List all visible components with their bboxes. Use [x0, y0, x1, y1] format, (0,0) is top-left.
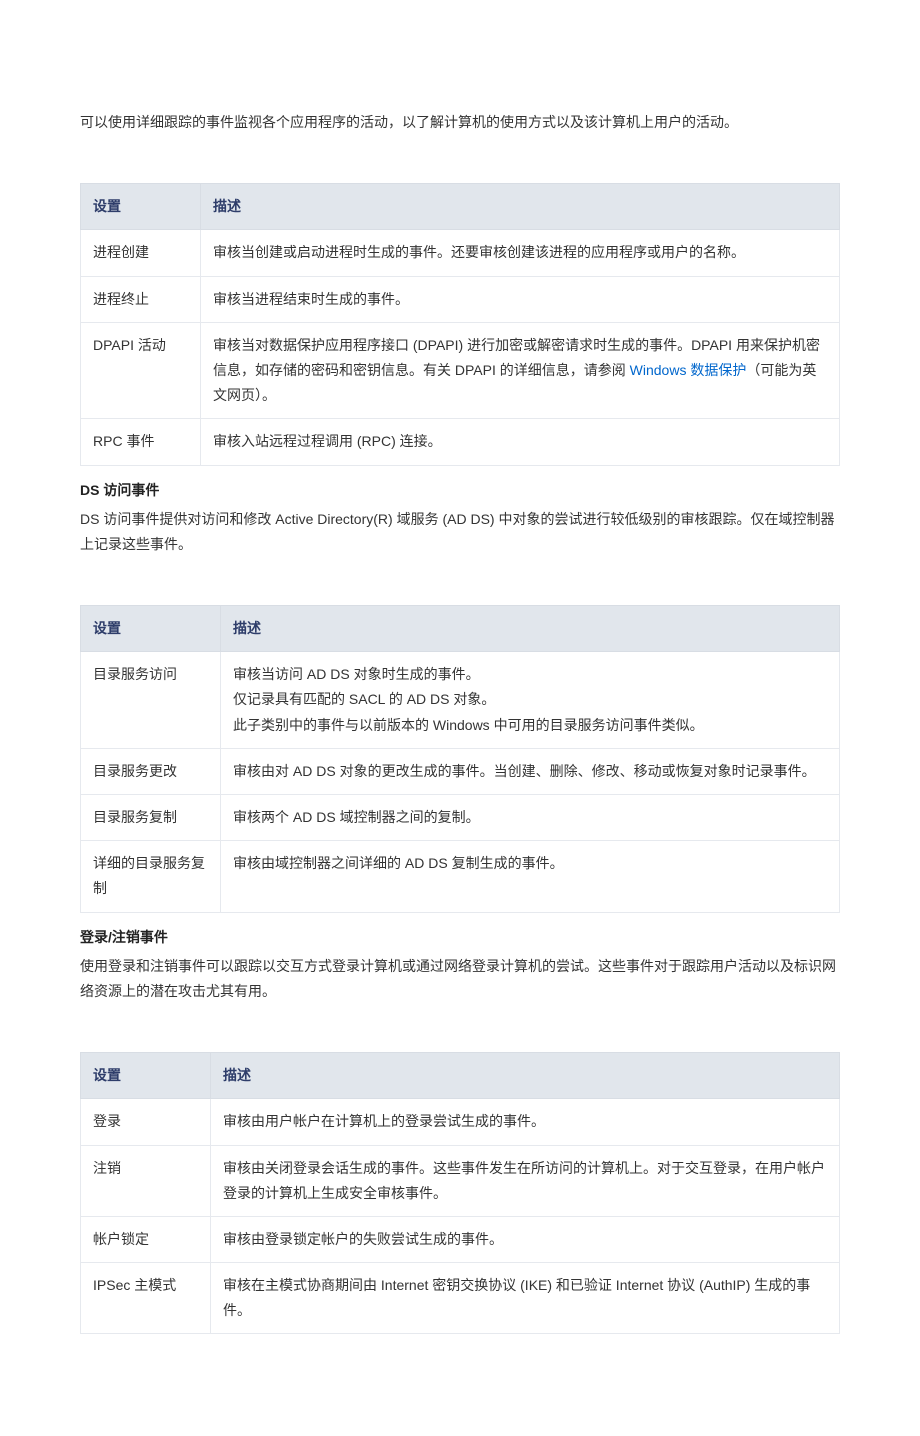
col-header-desc: 描述 — [211, 1053, 840, 1099]
cell-setting: RPC 事件 — [81, 419, 201, 465]
table-row: 进程终止 审核当进程结束时生成的事件。 — [81, 276, 840, 322]
cell-desc: 审核由登录锁定帐户的失败尝试生成的事件。 — [211, 1216, 840, 1262]
intro-paragraph: 可以使用详细跟踪的事件监视各个应用程序的活动，以了解计算机的使用方式以及该计算机… — [80, 110, 840, 135]
cell-setting: 帐户锁定 — [81, 1216, 211, 1262]
ds-access-desc: DS 访问事件提供对访问和修改 Active Directory(R) 域服务 … — [80, 507, 840, 557]
cell-setting: DPAPI 活动 — [81, 322, 201, 419]
cell-desc: 审核两个 AD DS 域控制器之间的复制。 — [221, 795, 840, 841]
desc-line: 此子类别中的事件与以前版本的 Windows 中可用的目录服务访问事件类似。 — [233, 713, 827, 738]
col-header-setting: 设置 — [81, 1053, 211, 1099]
cell-setting: 目录服务复制 — [81, 795, 221, 841]
logon-desc: 使用登录和注销事件可以跟踪以交互方式登录计算机或通过网络登录计算机的尝试。这些事… — [80, 954, 840, 1004]
document-page: 可以使用详细跟踪的事件监视各个应用程序的活动，以了解计算机的使用方式以及该计算机… — [80, 0, 840, 1436]
table-row: RPC 事件 审核入站远程过程调用 (RPC) 连接。 — [81, 419, 840, 465]
desc-line: 仅记录具有匹配的 SACL 的 AD DS 对象。 — [233, 687, 827, 712]
table-row: 目录服务访问 审核当访问 AD DS 对象时生成的事件。 仅记录具有匹配的 SA… — [81, 652, 840, 749]
ds-access-table: 设置 描述 目录服务访问 审核当访问 AD DS 对象时生成的事件。 仅记录具有… — [80, 605, 840, 913]
cell-setting: 进程终止 — [81, 276, 201, 322]
col-header-desc: 描述 — [221, 606, 840, 652]
table-row: IPSec 主模式 审核在主模式协商期间由 Internet 密钥交换协议 (I… — [81, 1263, 840, 1334]
detailed-tracking-table: 设置 描述 进程创建 审核当创建或启动进程时生成的事件。还要审核创建该进程的应用… — [80, 183, 840, 465]
cell-desc: 审核由对 AD DS 对象的更改生成的事件。当创建、删除、修改、移动或恢复对象时… — [221, 748, 840, 794]
col-header-desc: 描述 — [201, 184, 840, 230]
cell-desc: 审核由用户帐户在计算机上的登录尝试生成的事件。 — [211, 1099, 840, 1145]
cell-setting: 目录服务访问 — [81, 652, 221, 749]
windows-data-protection-link[interactable]: Windows 数据保护 — [630, 362, 747, 378]
cell-desc: 审核入站远程过程调用 (RPC) 连接。 — [201, 419, 840, 465]
table-row: 注销 审核由关闭登录会话生成的事件。这些事件发生在所访问的计算机上。对于交互登录… — [81, 1145, 840, 1216]
cell-desc: 审核由域控制器之间详细的 AD DS 复制生成的事件。 — [221, 841, 840, 912]
cell-desc: 审核由关闭登录会话生成的事件。这些事件发生在所访问的计算机上。对于交互登录，在用… — [211, 1145, 840, 1216]
cell-setting: 目录服务更改 — [81, 748, 221, 794]
cell-desc: 审核在主模式协商期间由 Internet 密钥交换协议 (IKE) 和已验证 I… — [211, 1263, 840, 1334]
cell-setting: 进程创建 — [81, 230, 201, 276]
table-row: 目录服务复制 审核两个 AD DS 域控制器之间的复制。 — [81, 795, 840, 841]
logon-logoff-table: 设置 描述 登录 审核由用户帐户在计算机上的登录尝试生成的事件。 注销 审核由关… — [80, 1052, 840, 1334]
table-row: 详细的目录服务复制 审核由域控制器之间详细的 AD DS 复制生成的事件。 — [81, 841, 840, 912]
cell-setting: IPSec 主模式 — [81, 1263, 211, 1334]
cell-desc: 审核当进程结束时生成的事件。 — [201, 276, 840, 322]
cell-setting: 详细的目录服务复制 — [81, 841, 221, 912]
cell-desc: 审核当访问 AD DS 对象时生成的事件。 仅记录具有匹配的 SACL 的 AD… — [221, 652, 840, 749]
table-row: 登录 审核由用户帐户在计算机上的登录尝试生成的事件。 — [81, 1099, 840, 1145]
cell-desc: 审核当创建或启动进程时生成的事件。还要审核创建该进程的应用程序或用户的名称。 — [201, 230, 840, 276]
logon-heading: 登录/注销事件 — [80, 925, 840, 950]
desc-line: 审核当访问 AD DS 对象时生成的事件。 — [233, 662, 827, 687]
ds-access-heading: DS 访问事件 — [80, 478, 840, 503]
table-row: 进程创建 审核当创建或启动进程时生成的事件。还要审核创建该进程的应用程序或用户的… — [81, 230, 840, 276]
table-row: 帐户锁定 审核由登录锁定帐户的失败尝试生成的事件。 — [81, 1216, 840, 1262]
cell-setting: 登录 — [81, 1099, 211, 1145]
table-row: DPAPI 活动 审核当对数据保护应用程序接口 (DPAPI) 进行加密或解密请… — [81, 322, 840, 419]
col-header-setting: 设置 — [81, 184, 201, 230]
table-row: 目录服务更改 审核由对 AD DS 对象的更改生成的事件。当创建、删除、修改、移… — [81, 748, 840, 794]
cell-setting: 注销 — [81, 1145, 211, 1216]
col-header-setting: 设置 — [81, 606, 221, 652]
cell-desc: 审核当对数据保护应用程序接口 (DPAPI) 进行加密或解密请求时生成的事件。D… — [201, 322, 840, 419]
